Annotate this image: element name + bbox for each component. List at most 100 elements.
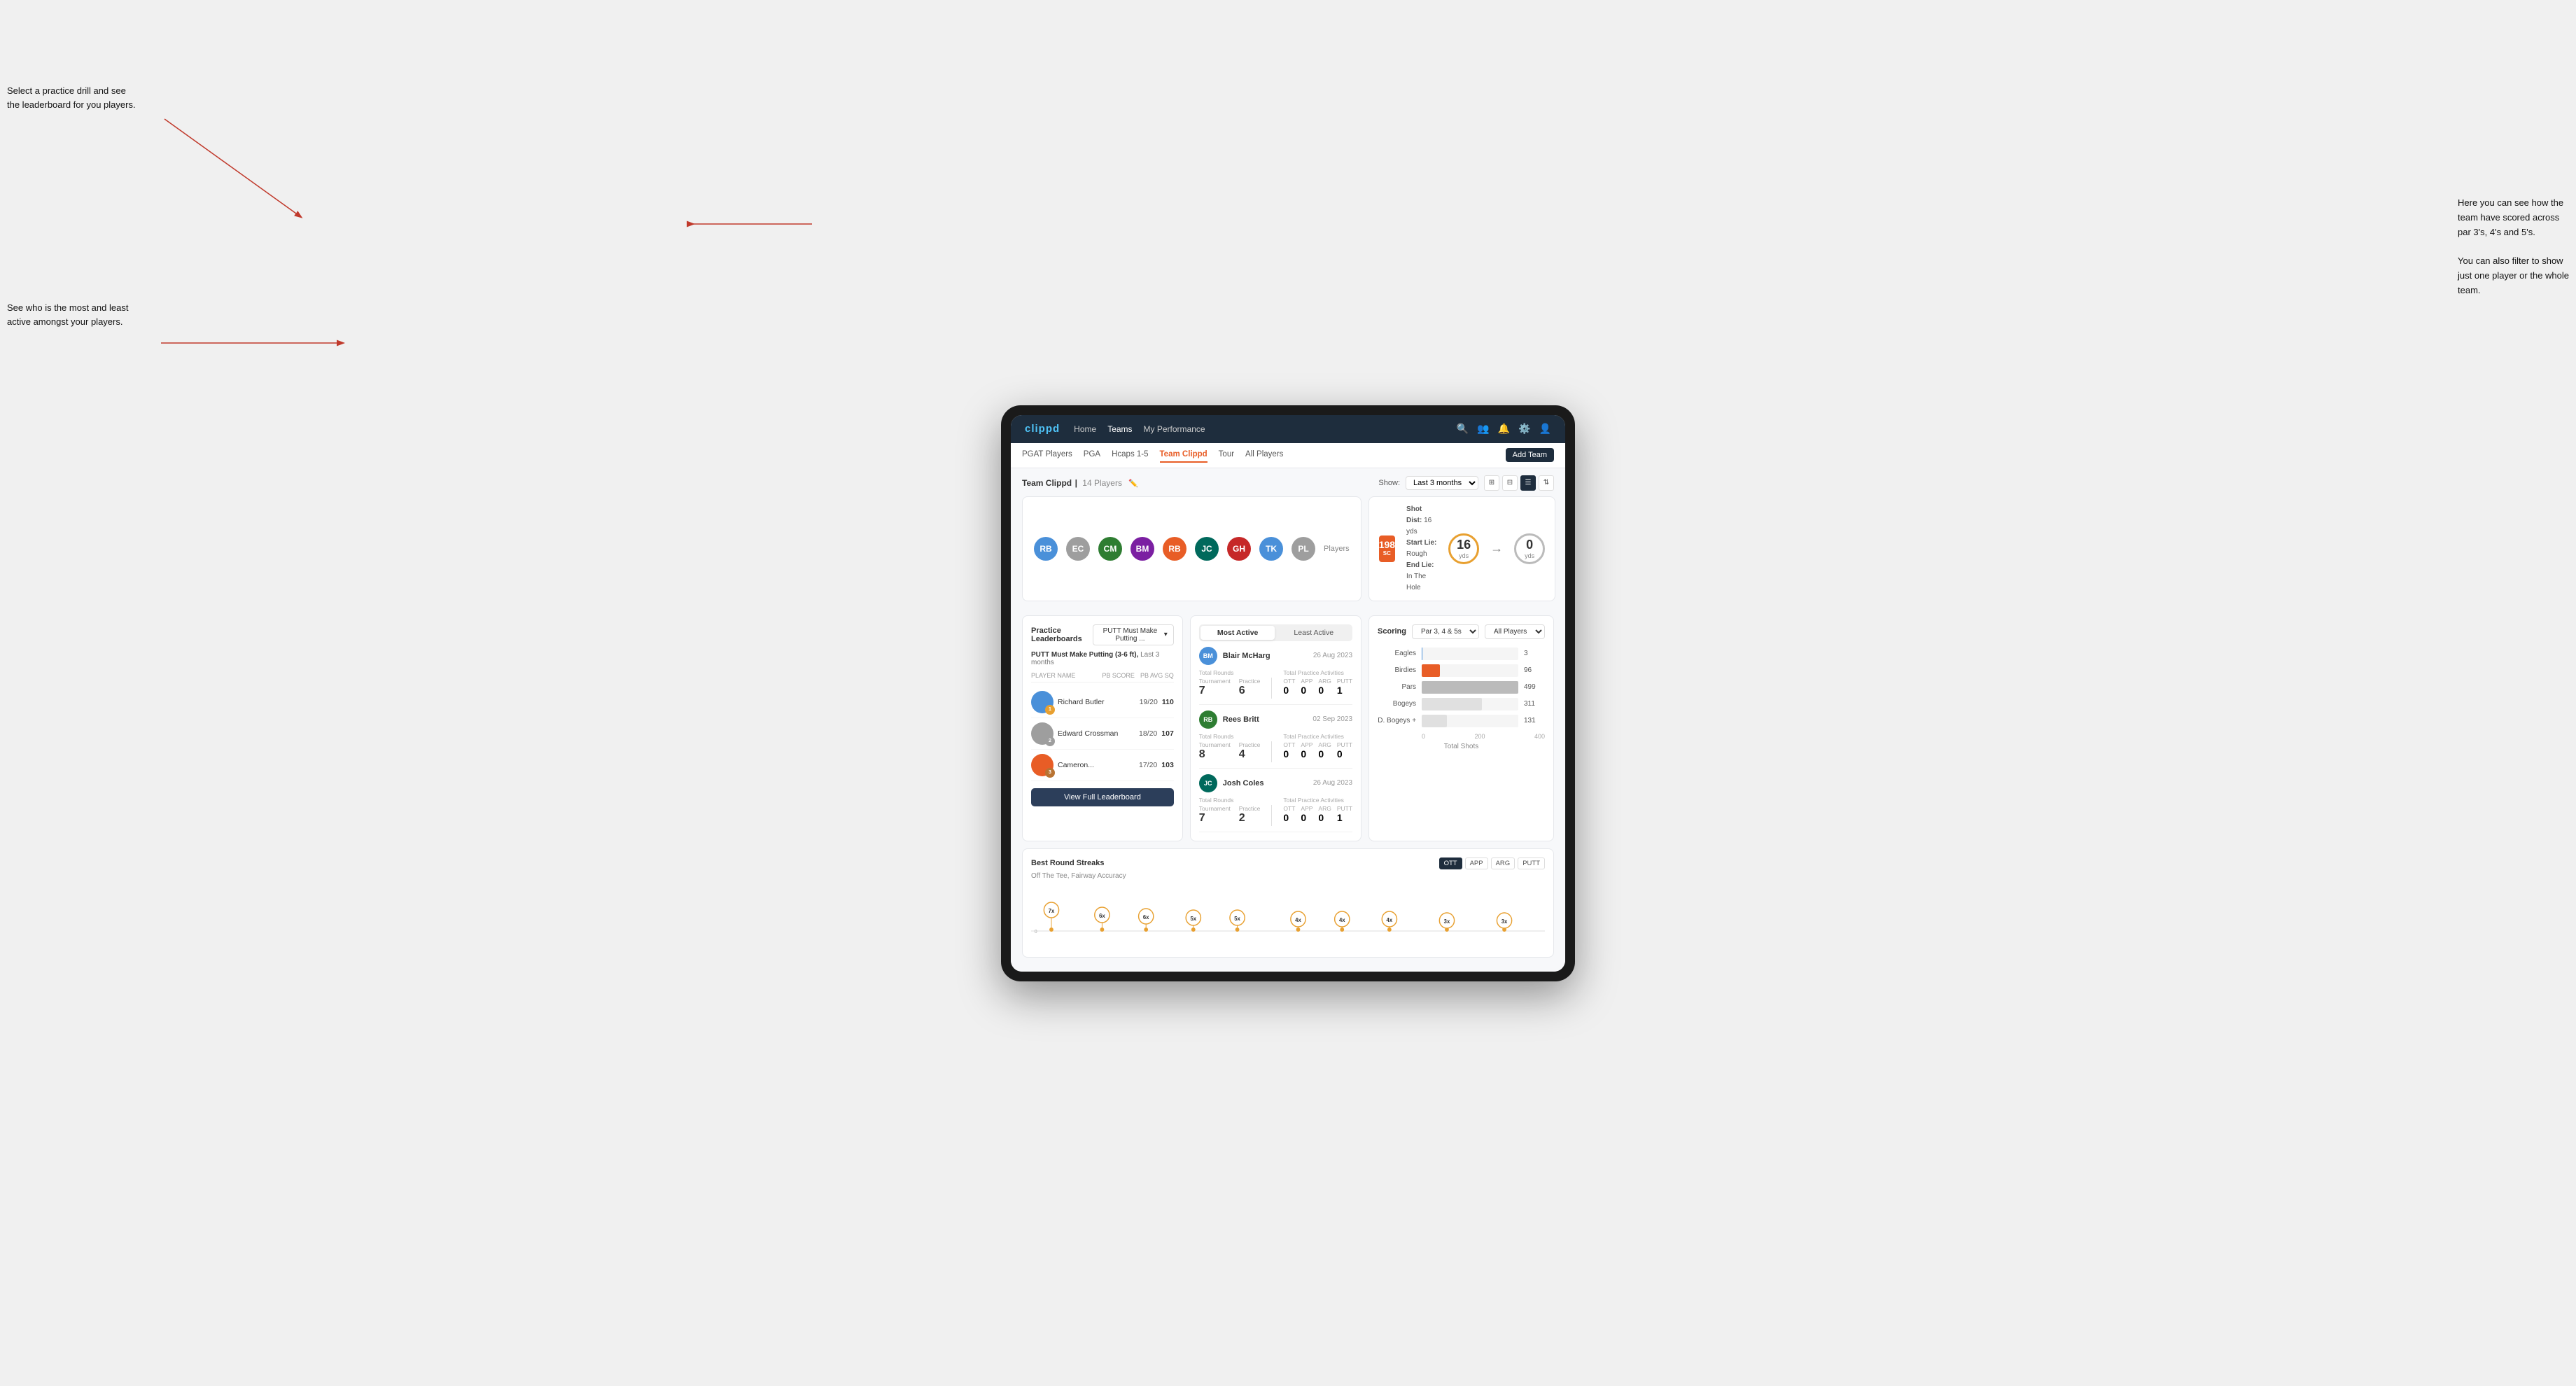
bar-value-pars: 499 (1524, 683, 1545, 691)
view-full-leaderboard-button[interactable]: View Full Leaderboard (1031, 788, 1174, 806)
activity-avatar-1: BM (1199, 647, 1217, 665)
subnav-pga[interactable]: PGA (1084, 447, 1100, 463)
svg-text:4x: 4x (1295, 916, 1301, 923)
practice-leaderboard-card: Practice Leaderboards PUTT Must Make Put… (1022, 615, 1183, 841)
nav-links: Home Teams My Performance (1074, 421, 1443, 437)
round-buttons: OTT APP ARG PUTT (1439, 858, 1545, 869)
settings-icon[interactable]: ⚙️ (1518, 423, 1530, 435)
svg-text:7x: 7x (1049, 907, 1055, 913)
lb-score-3: 17/20 (1139, 761, 1157, 769)
nav-logo: clippd (1025, 423, 1060, 435)
navbar: clippd Home Teams My Performance 🔍 👥 🔔 ⚙… (1011, 415, 1565, 443)
search-icon[interactable]: 🔍 (1457, 423, 1469, 435)
bar-value-eagles: 3 (1524, 650, 1545, 657)
add-team-button[interactable]: Add Team (1506, 448, 1554, 462)
bell-icon[interactable]: 🔔 (1498, 423, 1510, 435)
player-avatar-5[interactable]: RB (1163, 537, 1186, 561)
team-name: Team Clippd (1022, 478, 1072, 488)
nav-link-teams[interactable]: Teams (1107, 421, 1132, 437)
lb-row-1: 1 Richard Butler 19/20 110 (1031, 687, 1174, 718)
lb-row-3: 3 Cameron... 17/20 103 (1031, 750, 1174, 781)
bar-label-dbogeys: D. Bogeys + (1378, 717, 1416, 724)
activity-player-1: BM Blair McHarg 26 Aug 2023 Total Rounds… (1199, 641, 1352, 705)
lb-badge-1: 1 (1045, 705, 1055, 715)
total-practice-label-1: Total Practice Activities (1283, 669, 1352, 676)
bar-row-birdies: Birdies 96 (1378, 664, 1545, 677)
bar-track-bogeys (1422, 698, 1518, 710)
shot-details: Shot Dist: 16 yds Start Lie: Rough End L… (1406, 504, 1437, 594)
scoring-card: Scoring Par 3, 4 & 5s Par 3s Par 4s Par … (1368, 615, 1554, 841)
bar-label-bogeys: Bogeys (1378, 700, 1416, 708)
list-view-icon[interactable]: ☰ (1520, 475, 1536, 491)
activity-name-2: Rees Britt (1223, 715, 1308, 724)
putt-button[interactable]: PUTT (1518, 858, 1545, 869)
arg-button[interactable]: ARG (1491, 858, 1516, 869)
scoring-filter-1[interactable]: Par 3, 4 & 5s Par 3s Par 4s Par 5s (1412, 624, 1479, 639)
tourn-label-1: Tournament (1199, 678, 1231, 685)
lb-headers: PLAYER NAME PB SCORE PB AVG SQ (1031, 672, 1174, 682)
team-header: Team Clippd | 14 Players ✏️ Show: Last 3… (1022, 475, 1554, 491)
player-avatar-4[interactable]: BM (1130, 537, 1154, 561)
svg-text:4x: 4x (1339, 916, 1345, 923)
shot-badge: 198 SC (1379, 536, 1395, 562)
player-avatar-3[interactable]: CM (1098, 537, 1122, 561)
bar-label-pars: Pars (1378, 683, 1416, 691)
nav-link-home[interactable]: Home (1074, 421, 1096, 437)
player-avatar-7[interactable]: GH (1227, 537, 1251, 561)
annotation-right-top: Here you can see how theteam have scored… (2458, 196, 2569, 298)
lb-dropdown[interactable]: PUTT Must Make Putting ... ▾ (1093, 624, 1174, 645)
people-icon[interactable]: 👥 (1477, 423, 1489, 435)
player-avatar-2[interactable]: EC (1066, 537, 1090, 561)
activity-header-3: JC Josh Coles 26 Aug 2023 (1199, 774, 1352, 792)
grid-view-icon[interactable]: ⊞ (1484, 475, 1499, 491)
activity-tabs: Most Active Least Active (1199, 624, 1352, 641)
lb-subtitle: PUTT Must Make Putting (3-6 ft), Last 3 … (1031, 651, 1174, 666)
player-avatar-6[interactable]: JC (1195, 537, 1219, 561)
scoring-filter-2[interactable]: All Players (1485, 624, 1545, 639)
grid-small-icon[interactable]: ⊟ (1502, 475, 1518, 491)
activity-player-3: JC Josh Coles 26 Aug 2023 Total Rounds T… (1199, 769, 1352, 832)
players-label: Players (1324, 545, 1350, 553)
nav-link-myperformance[interactable]: My Performance (1144, 421, 1205, 437)
filter-icon[interactable]: ⇅ (1539, 475, 1554, 491)
subnav-pgat[interactable]: PGAT Players (1022, 447, 1072, 463)
subnav-hcaps[interactable]: Hcaps 1-5 (1112, 447, 1148, 463)
shot-badge-sub: SC (1383, 551, 1391, 557)
lb-badge-2: 2 (1045, 736, 1055, 746)
activity-avatar-2: RB (1199, 710, 1217, 729)
best-rounds-header: Best Round Streaks OTT APP ARG PUTT (1031, 858, 1545, 869)
tablet-screen: clippd Home Teams My Performance 🔍 👥 🔔 ⚙… (1011, 415, 1565, 972)
total-rounds-label-1: Total Rounds (1199, 669, 1261, 676)
svg-text:6x: 6x (1099, 912, 1105, 918)
bar-track-eagles (1422, 648, 1518, 660)
user-icon[interactable]: 👤 (1539, 423, 1551, 435)
view-icons: ⊞ ⊟ ☰ ⇅ (1484, 475, 1554, 491)
activity-avatar-3: JC (1199, 774, 1217, 792)
app-button[interactable]: APP (1465, 858, 1488, 869)
tab-least-active[interactable]: Least Active (1276, 626, 1351, 640)
lb-score-2: 18/20 (1139, 729, 1157, 738)
subnav-team-clippd[interactable]: Team Clippd (1160, 447, 1208, 463)
subnav-all-players[interactable]: All Players (1245, 447, 1283, 463)
activity-header-1: BM Blair McHarg 26 Aug 2023 (1199, 647, 1352, 665)
annotation-bottom-left: See who is the most and leastactive amon… (7, 301, 128, 328)
edit-icon[interactable]: ✏️ (1128, 479, 1138, 488)
player-avatar-8[interactable]: TK (1259, 537, 1283, 561)
activity-card: Most Active Least Active BM Blair McHarg… (1190, 615, 1362, 841)
chart-axis: 0 200 400 (1378, 733, 1545, 740)
ott-button[interactable]: OTT (1439, 858, 1462, 869)
player-avatar-9[interactable]: PL (1292, 537, 1315, 561)
activity-header-2: RB Rees Britt 02 Sep 2023 (1199, 710, 1352, 729)
subnav-tour[interactable]: Tour (1219, 447, 1234, 463)
player-avatar-1[interactable]: RB (1034, 537, 1058, 561)
rounds-stats-1: Tournament 7 Practice 6 (1199, 678, 1261, 697)
activity-date-1: 26 Aug 2023 (1313, 652, 1352, 659)
show-control: Show: Last 3 months Last 6 months Last y… (1378, 475, 1554, 491)
lb-row-2: 2 Edward Crossman 18/20 107 (1031, 718, 1174, 750)
team-title-group: Team Clippd | 14 Players ✏️ (1022, 477, 1138, 489)
show-select[interactable]: Last 3 months Last 6 months Last year (1406, 476, 1478, 490)
tab-most-active[interactable]: Most Active (1200, 626, 1275, 640)
bar-label-eagles: Eagles (1378, 650, 1416, 657)
svg-text:6x: 6x (1143, 913, 1149, 920)
bar-row-dbogeys: D. Bogeys + 131 (1378, 715, 1545, 727)
